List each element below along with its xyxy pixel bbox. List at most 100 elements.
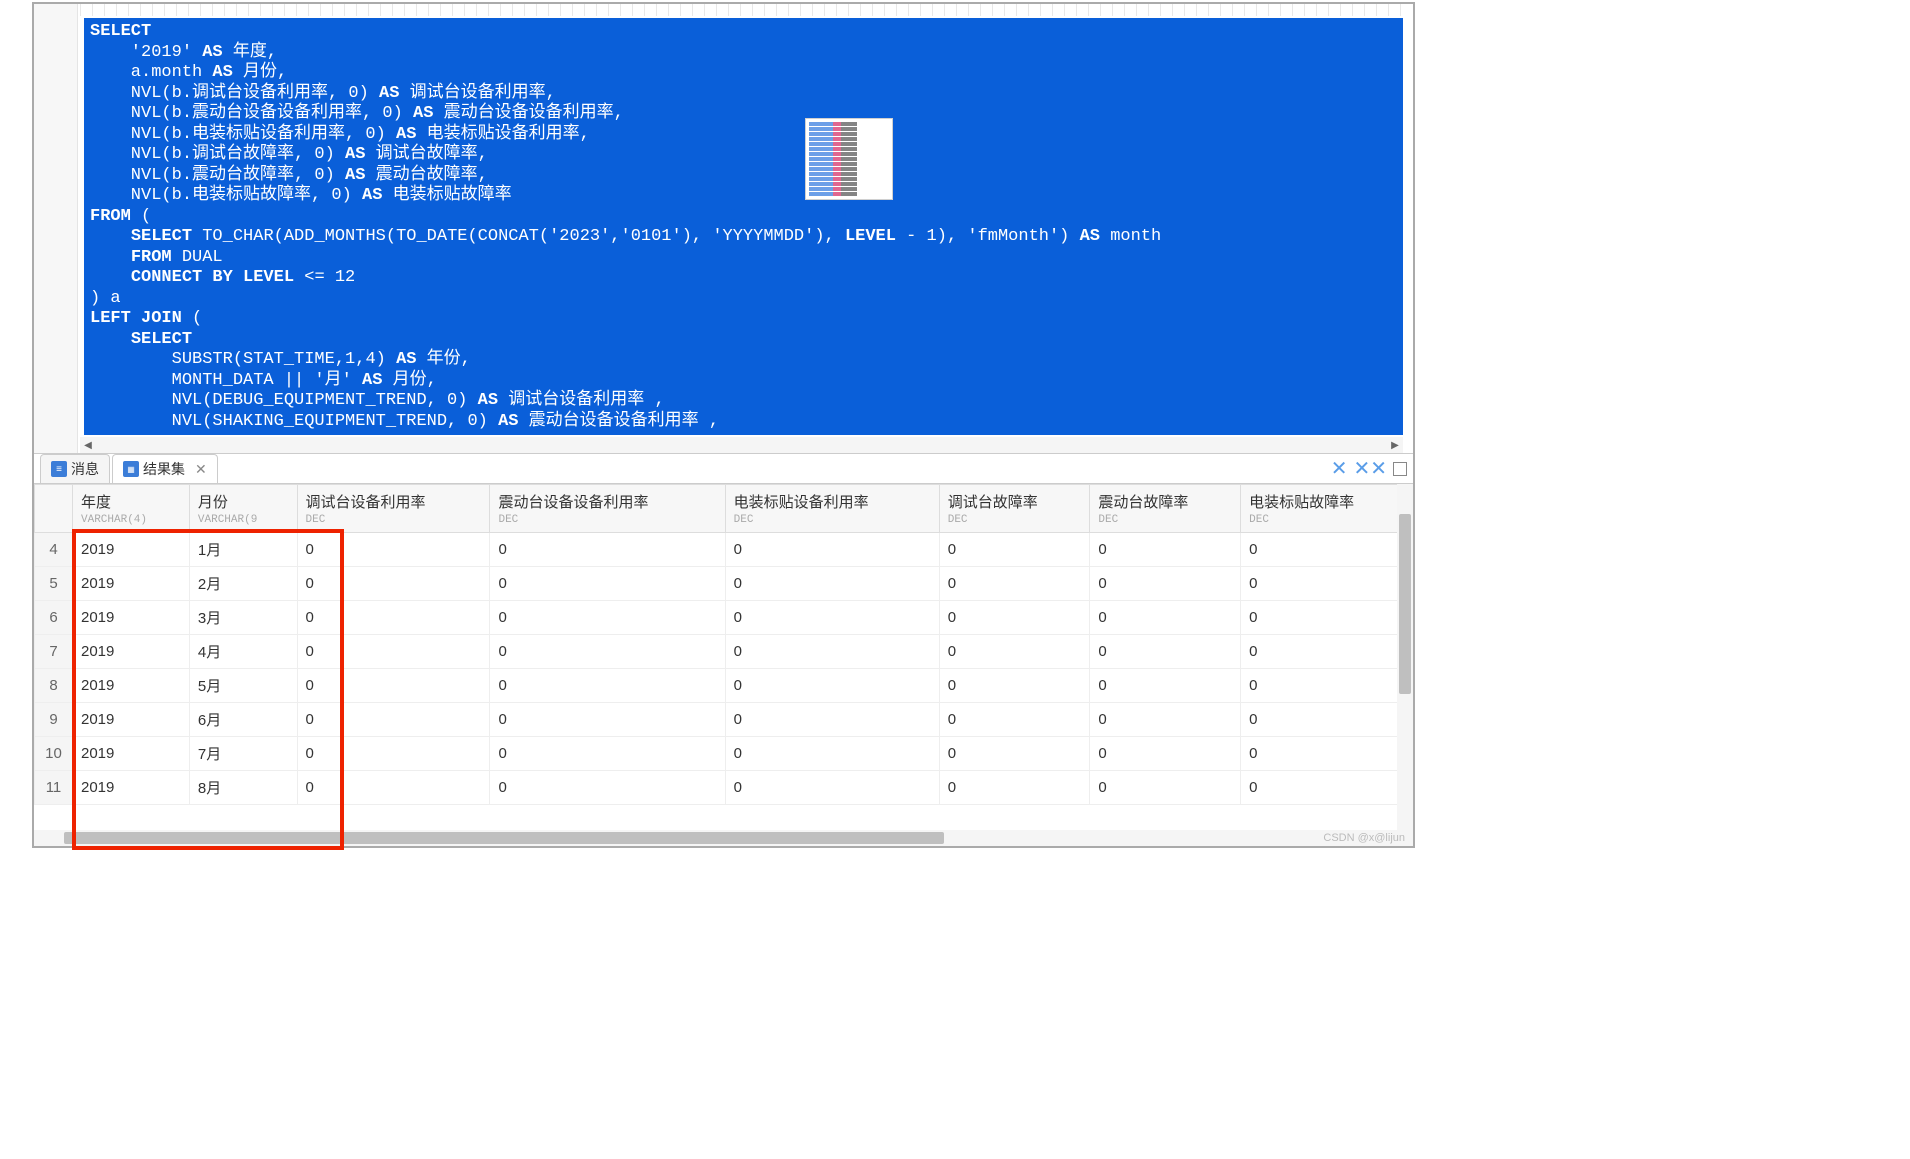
cell-value: 0 [297, 533, 490, 567]
cell-value: 0 [297, 601, 490, 635]
column-header[interactable] [35, 485, 73, 533]
tab-messages[interactable]: ≡ 消息 [40, 454, 110, 483]
close-icon[interactable]: ✕ [195, 461, 207, 478]
cell-value: 0 [297, 567, 490, 601]
cell-value: 0 [1090, 567, 1241, 601]
cell-value: 0 [939, 635, 1090, 669]
cell-value: 0 [1241, 533, 1413, 567]
cell-year: 2019 [73, 533, 190, 567]
tab-results-label: 结果集 [143, 459, 185, 479]
cell-value: 0 [939, 601, 1090, 635]
scroll-right-icon[interactable]: ▶ [1387, 437, 1403, 453]
cell-value: 0 [490, 635, 725, 669]
sql-code-selection[interactable]: SELECT '2019' AS 年度, a.month AS 月份, NVL(… [84, 18, 1403, 435]
cell-value: 0 [939, 533, 1090, 567]
cell-value: 0 [725, 635, 939, 669]
row-number: 10 [35, 737, 73, 771]
sql-editor-pane: SELECT '2019' AS 年度, a.month AS 月份, NVL(… [34, 4, 1413, 454]
table-row[interactable]: 520192月000000 [35, 567, 1413, 601]
table-row[interactable]: 1020197月000000 [35, 737, 1413, 771]
row-number: 4 [35, 533, 73, 567]
cell-value: 0 [1241, 635, 1413, 669]
tab-messages-label: 消息 [71, 459, 99, 479]
cell-value: 0 [490, 703, 725, 737]
cell-year: 2019 [73, 669, 190, 703]
cell-value: 0 [939, 771, 1090, 805]
editor-ruler [80, 4, 1407, 16]
cell-value: 0 [725, 567, 939, 601]
cell-value: 0 [297, 771, 490, 805]
scroll-left-icon[interactable]: ◀ [80, 437, 96, 453]
maximize-icon[interactable] [1393, 462, 1407, 476]
cell-value: 0 [490, 669, 725, 703]
cell-value: 0 [1090, 601, 1241, 635]
column-header[interactable]: 震动台设备设备利用率DEC [490, 485, 725, 533]
cell-year: 2019 [73, 703, 190, 737]
cell-month: 3月 [189, 601, 297, 635]
column-header[interactable]: 电装标贴故障率DEC [1241, 485, 1413, 533]
cell-value: 0 [1241, 737, 1413, 771]
column-header[interactable]: 年度VARCHAR(4) [73, 485, 190, 533]
cell-year: 2019 [73, 567, 190, 601]
grid-v-scrollbar[interactable] [1397, 484, 1413, 830]
cell-value: 0 [490, 567, 725, 601]
cell-month: 4月 [189, 635, 297, 669]
cell-value: 0 [297, 669, 490, 703]
cell-value: 0 [939, 669, 1090, 703]
cell-value: 0 [297, 737, 490, 771]
cell-year: 2019 [73, 737, 190, 771]
cell-value: 0 [1090, 703, 1241, 737]
watermark-text: CSDN @x@lijun [1323, 832, 1405, 844]
cell-value: 0 [1090, 635, 1241, 669]
cell-value: 0 [725, 669, 939, 703]
messages-icon: ≡ [51, 461, 67, 477]
cell-value: 0 [490, 771, 725, 805]
grid-h-scrollbar[interactable] [34, 830, 1413, 846]
action-link-icon-2[interactable]: ✕✕ [1353, 456, 1387, 481]
cell-value: 0 [297, 635, 490, 669]
cell-value: 0 [939, 737, 1090, 771]
table-row[interactable]: 620193月000000 [35, 601, 1413, 635]
row-number: 11 [35, 771, 73, 805]
table-row[interactable]: 920196月000000 [35, 703, 1413, 737]
action-link-icon[interactable]: ✕ [1331, 456, 1348, 481]
cell-value: 0 [939, 567, 1090, 601]
cell-value: 0 [1241, 771, 1413, 805]
table-row[interactable]: 420191月000000 [35, 533, 1413, 567]
cell-month: 2月 [189, 567, 297, 601]
results-grid-wrap: 年度VARCHAR(4)月份VARCHAR(9调试台设备利用率DEC震动台设备设… [34, 484, 1413, 830]
tab-results[interactable]: ▦ 结果集 ✕ [112, 454, 218, 483]
table-row[interactable]: 1120198月000000 [35, 771, 1413, 805]
cell-value: 0 [1241, 669, 1413, 703]
cell-month: 1月 [189, 533, 297, 567]
editor-h-scrollbar[interactable]: ◀ ▶ [80, 437, 1403, 453]
results-tabbar: ≡ 消息 ▦ 结果集 ✕ ✕ ✕✕ [34, 454, 1413, 484]
cell-year: 2019 [73, 771, 190, 805]
row-number: 9 [35, 703, 73, 737]
cell-value: 0 [725, 771, 939, 805]
table-row[interactable]: 720194月000000 [35, 635, 1413, 669]
column-header[interactable]: 电装标贴设备利用率DEC [725, 485, 939, 533]
column-header[interactable]: 调试台设备利用率DEC [297, 485, 490, 533]
cell-value: 0 [1090, 737, 1241, 771]
column-header[interactable]: 调试台故障率DEC [939, 485, 1090, 533]
cell-value: 0 [1241, 601, 1413, 635]
row-number: 5 [35, 567, 73, 601]
code-minimap[interactable] [805, 118, 893, 200]
cell-value: 0 [1090, 533, 1241, 567]
cell-value: 0 [490, 533, 725, 567]
column-header[interactable]: 震动台故障率DEC [1090, 485, 1241, 533]
cell-year: 2019 [73, 601, 190, 635]
cell-value: 0 [1241, 703, 1413, 737]
results-pane: ≡ 消息 ▦ 结果集 ✕ ✕ ✕✕ 年度VARCHAR(4)月份VARCHAR(… [34, 454, 1413, 846]
row-number: 8 [35, 669, 73, 703]
cell-value: 0 [725, 601, 939, 635]
results-grid[interactable]: 年度VARCHAR(4)月份VARCHAR(9调试台设备利用率DEC震动台设备设… [34, 484, 1413, 805]
cell-value: 0 [725, 737, 939, 771]
cell-value: 0 [490, 601, 725, 635]
cell-value: 0 [725, 533, 939, 567]
table-row[interactable]: 820195月000000 [35, 669, 1413, 703]
cell-month: 5月 [189, 669, 297, 703]
cell-value: 0 [1090, 669, 1241, 703]
column-header[interactable]: 月份VARCHAR(9 [189, 485, 297, 533]
